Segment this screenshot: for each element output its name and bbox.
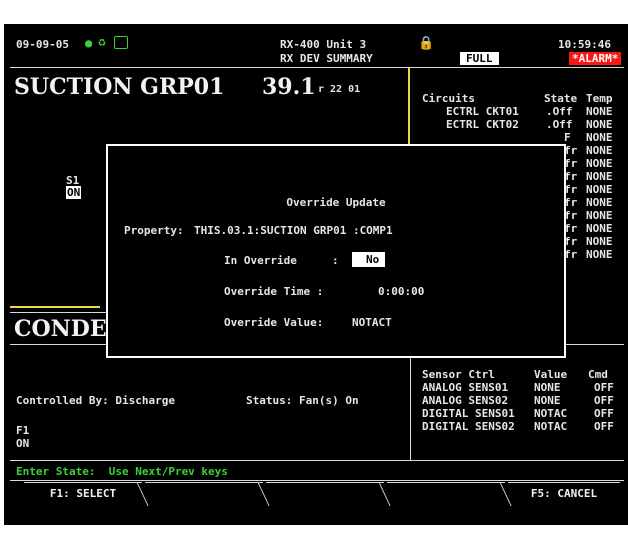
override-dialog: Override Update Property: THIS.03.1:SUCT…: [106, 144, 566, 358]
controller-screen: 09-09-05 ● ♻ RX-400 Unit 3 RX DEV SUMMAR…: [10, 30, 624, 519]
softkey-divider: [10, 480, 624, 481]
condenser-controlled-by: Controlled By: Discharge: [16, 394, 175, 407]
override-value-value[interactable]: NOTACT: [352, 316, 392, 329]
circuit-row-temp: NONE: [586, 248, 613, 261]
circuit-row-state: .Off: [546, 105, 573, 118]
f5-softkey-label: F5: CANCEL: [530, 487, 598, 500]
circuit-row-temp: NONE: [586, 222, 613, 235]
suction-reading: 39.1: [262, 74, 316, 100]
circuits-state-header: State: [544, 92, 578, 105]
sensor-row-cmd: OFF: [594, 381, 614, 394]
status-dot-icon: ●: [85, 36, 93, 50]
suction-panel-highlight-bottom: [10, 306, 100, 308]
circuit-row-temp: NONE: [586, 235, 613, 248]
status-divider: [10, 460, 624, 461]
sensor-row-cmd: OFF: [594, 420, 614, 433]
sensor-row-name[interactable]: DIGITAL SENS02: [422, 420, 515, 433]
alarm-badge[interactable]: *ALARM*: [569, 52, 622, 65]
f1-softkey-label: F1: SELECT: [49, 487, 117, 500]
status-line: Enter State: Use Next/Prev keys: [16, 465, 228, 478]
sensor-row-value: NOTAC: [534, 407, 568, 420]
circuit-row-temp: NONE: [586, 118, 613, 131]
header-date: 09-09-05: [16, 38, 69, 51]
sensor-row-value: NONE: [534, 394, 561, 407]
f2-softkey[interactable]: [145, 482, 263, 507]
circuits-temp-header: Temp: [586, 92, 613, 105]
property-value: THIS.03.1:SUCTION GRP01 :COMP1: [194, 224, 393, 237]
sensor-value-header: Value: [534, 368, 568, 381]
sensor-ctrl-header: Sensor Ctrl: [422, 368, 495, 381]
override-time-value[interactable]: 0:00:00: [378, 285, 424, 298]
circuit-row-temp: NONE: [586, 157, 613, 170]
f1-state[interactable]: ON: [16, 437, 29, 450]
override-value-label: Override Value:: [224, 316, 324, 329]
sensor-row-value: NONE: [534, 381, 561, 394]
display-icon: [114, 36, 128, 49]
dialog-title: Override Update: [286, 196, 386, 209]
circuit-row-temp: NONE: [586, 170, 613, 183]
in-override-select[interactable]: No: [352, 252, 386, 267]
sensor-divider: [410, 344, 411, 460]
sensor-row-cmd: OFF: [594, 394, 614, 407]
sensor-row-name[interactable]: DIGITAL SENS01: [422, 407, 515, 420]
controller-frame: 09-09-05 ● ♻ RX-400 Unit 3 RX DEV SUMMAR…: [4, 24, 628, 525]
sensor-row-name[interactable]: ANALOG SENS01: [422, 381, 508, 394]
recycle-icon: ♻: [98, 35, 106, 50]
in-override-label: In Override: [224, 254, 297, 267]
s1-state[interactable]: ON: [66, 186, 82, 199]
in-override-separator: :: [332, 254, 339, 267]
f1-softkey[interactable]: F1: SELECT: [24, 482, 142, 512]
suction-subreading: r 22 01: [318, 84, 361, 95]
f5-softkey[interactable]: F5: CANCEL: [508, 482, 620, 512]
mode-badge: FULL: [460, 52, 499, 65]
override-time-label: Override Time :: [224, 285, 324, 298]
header-screen-name: RX DEV SUMMARY: [280, 52, 373, 65]
lock-icon: 🔒: [418, 36, 435, 51]
circuit-row-temp: NONE: [586, 183, 613, 196]
header-time: 10:59:46: [558, 38, 611, 51]
circuit-row-name[interactable]: ECTRL CKT02: [446, 118, 519, 131]
f4-softkey[interactable]: [387, 482, 505, 507]
sensor-row-cmd: OFF: [594, 407, 614, 420]
circuit-row-temp: NONE: [586, 209, 613, 222]
circuit-row-temp: NONE: [586, 105, 613, 118]
circuits-header: Circuits: [422, 92, 475, 105]
sensor-row-name[interactable]: ANALOG SENS02: [422, 394, 508, 407]
sensor-row-value: NOTAC: [534, 420, 568, 433]
circuit-row-temp: NONE: [586, 131, 613, 144]
circuit-row-temp: NONE: [586, 144, 613, 157]
suction-title: SUCTION GRP01: [14, 74, 225, 100]
circuit-row-name[interactable]: ECTRL CKT01: [446, 105, 519, 118]
circuit-row-state: .Off: [546, 118, 573, 131]
sensor-cmd-header: Cmd: [588, 368, 608, 381]
circuit-row-state: F: [564, 131, 571, 144]
property-label: Property:: [124, 224, 184, 237]
f1-label: F1: [16, 424, 30, 437]
condenser-status: Status: Fan(s) On: [246, 394, 359, 407]
circuit-row-temp: NONE: [586, 196, 613, 209]
header-unit: RX-400 Unit 3: [280, 38, 367, 51]
f3-softkey[interactable]: [266, 482, 384, 507]
